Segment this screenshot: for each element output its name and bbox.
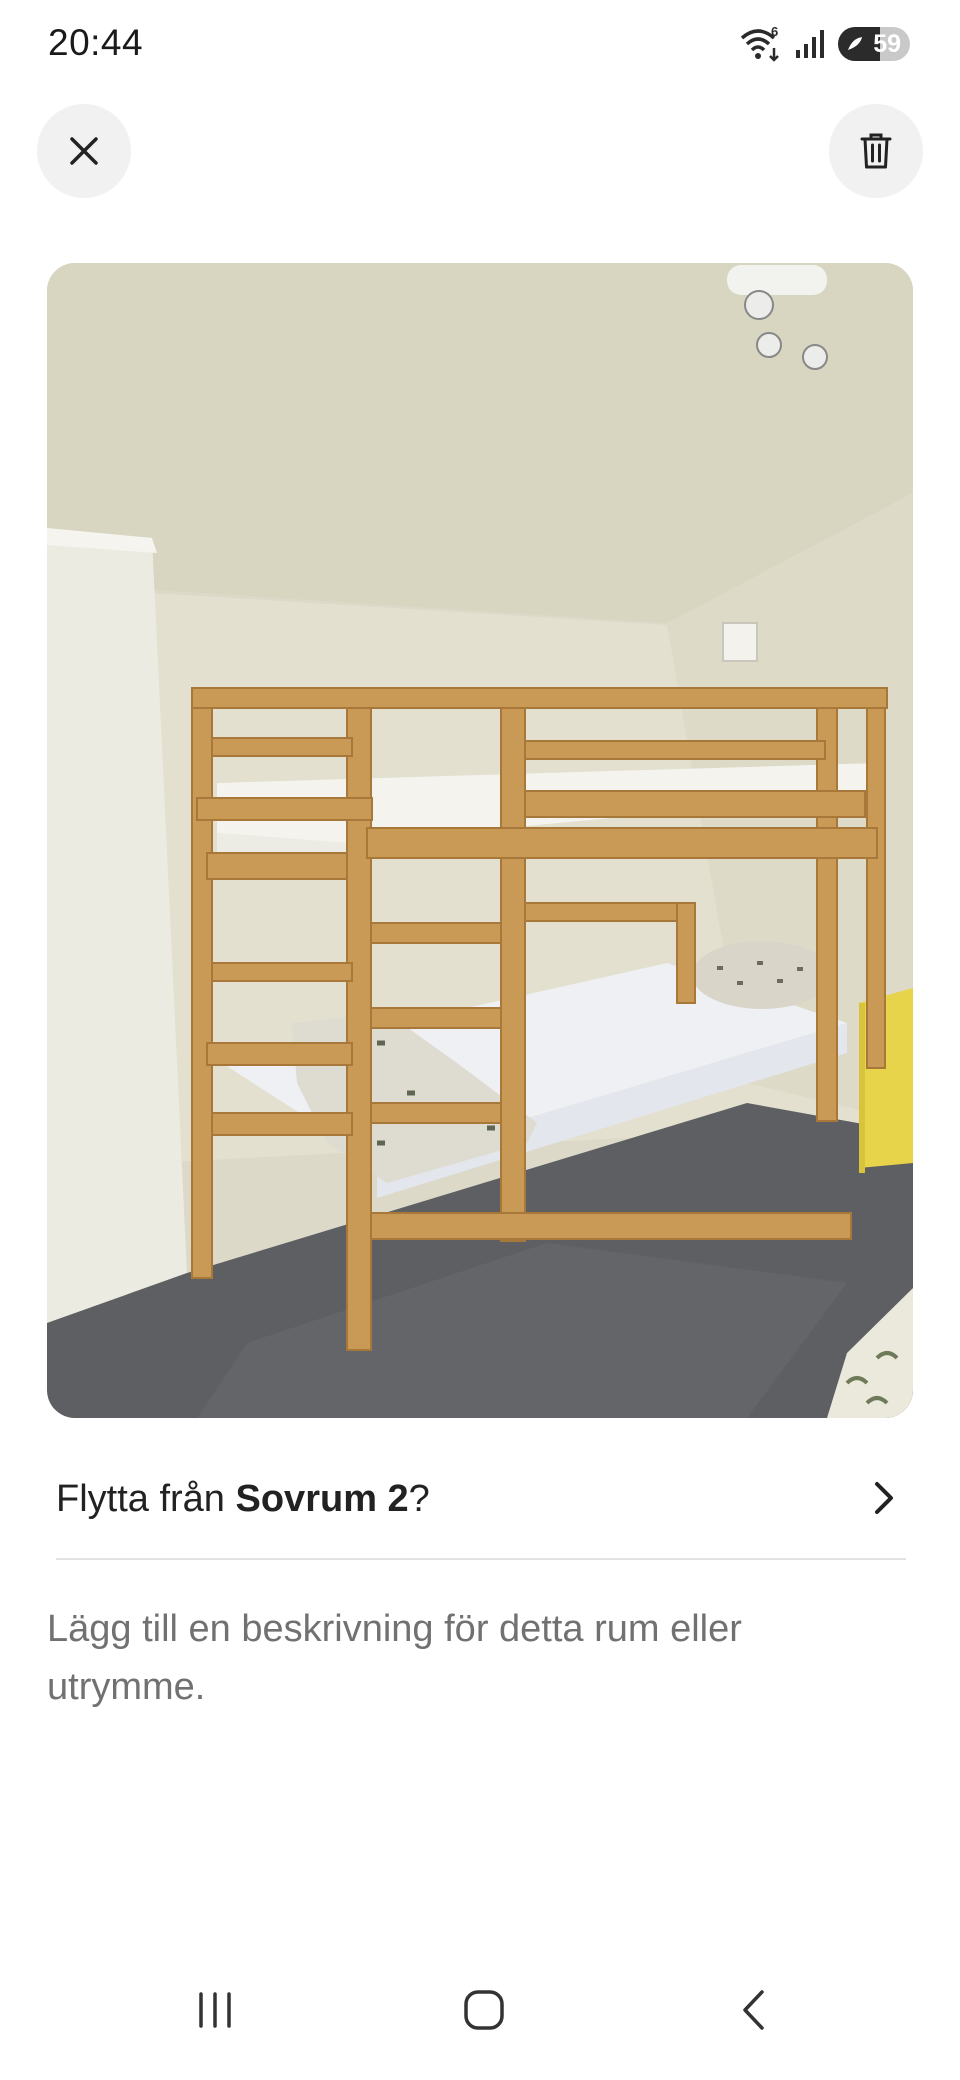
- room-photo[interactable]: [47, 263, 913, 1418]
- close-button[interactable]: [37, 104, 131, 198]
- description-input[interactable]: Lägg till en beskrivning för detta rum e…: [47, 1600, 907, 1716]
- wifi-icon: 6: [740, 26, 779, 62]
- home-icon: [464, 1990, 504, 2030]
- back-button[interactable]: [683, 1940, 823, 2080]
- battery-level: 59: [873, 30, 901, 58]
- charging-icon: [848, 37, 862, 50]
- wifi-badge: 6: [771, 26, 778, 39]
- chevron-right-icon: [875, 1482, 893, 1514]
- recent-apps-icon: [199, 1992, 231, 2028]
- edit-photo-screen: 20:44 6 59 Flytta från Sovrum 2? Lägg ti…: [0, 0, 960, 2080]
- move-room-row[interactable]: Flytta från Sovrum 2?: [56, 1440, 906, 1560]
- move-room-label: Flytta från Sovrum 2?: [56, 1478, 430, 1521]
- close-icon: [70, 137, 98, 165]
- recent-apps-button[interactable]: [145, 1940, 285, 2080]
- delete-button[interactable]: [829, 104, 923, 198]
- signal-icon: [796, 30, 824, 58]
- navigation-bar: [0, 1940, 960, 2080]
- status-time: 20:44: [48, 22, 144, 63]
- trash-icon: [860, 133, 892, 169]
- move-prefix: Flytta från: [56, 1478, 236, 1520]
- room-name: Sovrum 2: [235, 1478, 409, 1520]
- status-icons: 6 59: [738, 24, 910, 64]
- room-photo-illustration: [47, 263, 913, 1418]
- back-icon: [743, 1990, 764, 2030]
- move-suffix: ?: [408, 1478, 430, 1520]
- battery-indicator: 59: [838, 27, 910, 61]
- home-button[interactable]: [414, 1940, 554, 2080]
- status-bar: 20:44 6 59: [0, 0, 960, 90]
